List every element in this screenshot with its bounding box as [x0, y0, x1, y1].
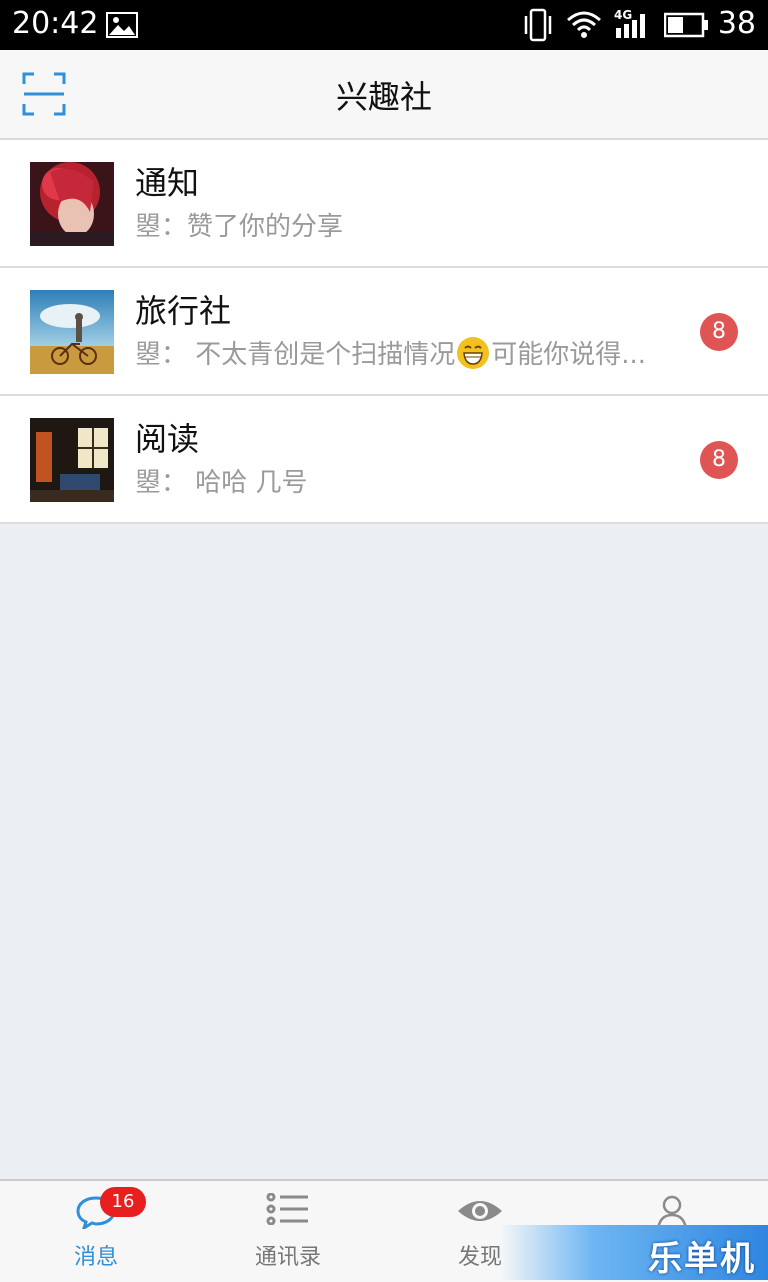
unread-badge: 8 — [700, 313, 738, 351]
tab-contacts[interactable]: 通讯录 — [192, 1181, 384, 1282]
unread-badge: 8 — [700, 441, 738, 479]
wifi-icon — [567, 11, 601, 38]
top-header: 兴趣社 — [0, 50, 768, 140]
tab-label: 通讯录 — [254, 1245, 321, 1270]
preview-text: 曌： 不太青创是个扫描情况 — [135, 340, 456, 370]
page-title: 兴趣社 — [335, 78, 432, 116]
conversation-preview: 曌：赞了你的分享 — [135, 212, 344, 242]
avatar — [30, 418, 114, 502]
conversation-row-notice[interactable]: 通知 曌：赞了你的分享 — [0, 140, 768, 268]
watermark-logo: 乐单机 — [500, 1225, 768, 1280]
signal-icon — [616, 14, 645, 38]
conversation-list: 通知 曌：赞了你的分享 旅行社 曌： 不太青创是个扫描情况 可能你说得... 8… — [0, 140, 768, 524]
image-icon — [106, 12, 138, 38]
conversation-name: 旅行社 — [135, 292, 232, 330]
preview-text-continued: 可能你说得... — [491, 340, 647, 370]
avatar — [30, 290, 114, 374]
battery-icon — [664, 12, 708, 38]
eye-icon — [458, 1201, 502, 1221]
status-time: 20:42 — [12, 6, 99, 41]
conversation-preview: 曌： 不太青创是个扫描情况 可能你说得... — [135, 334, 675, 371]
grin-emoji-icon — [457, 337, 490, 369]
vibrate-icon — [524, 8, 552, 42]
status-bar: 20:42 4G 38 — [0, 0, 768, 50]
watermark-text: 乐单机 — [648, 1239, 756, 1279]
tab-messages[interactable]: 16 消息 — [0, 1181, 192, 1282]
conversation-row-travel[interactable]: 旅行社 曌： 不太青创是个扫描情况 可能你说得... 8 — [0, 268, 768, 396]
battery-level: 38 — [717, 6, 756, 41]
tab-label: 消息 — [73, 1245, 118, 1270]
conversation-name: 阅读 — [135, 420, 200, 458]
messages-badge: 16 — [100, 1187, 146, 1217]
conversation-row-reading[interactable]: 阅读 曌： 哈哈 几号 8 — [0, 396, 768, 524]
contacts-list-icon — [266, 1193, 308, 1225]
conversation-preview: 曌： 哈哈 几号 — [135, 468, 308, 498]
avatar — [30, 162, 114, 246]
conversation-name: 通知 — [135, 164, 200, 202]
